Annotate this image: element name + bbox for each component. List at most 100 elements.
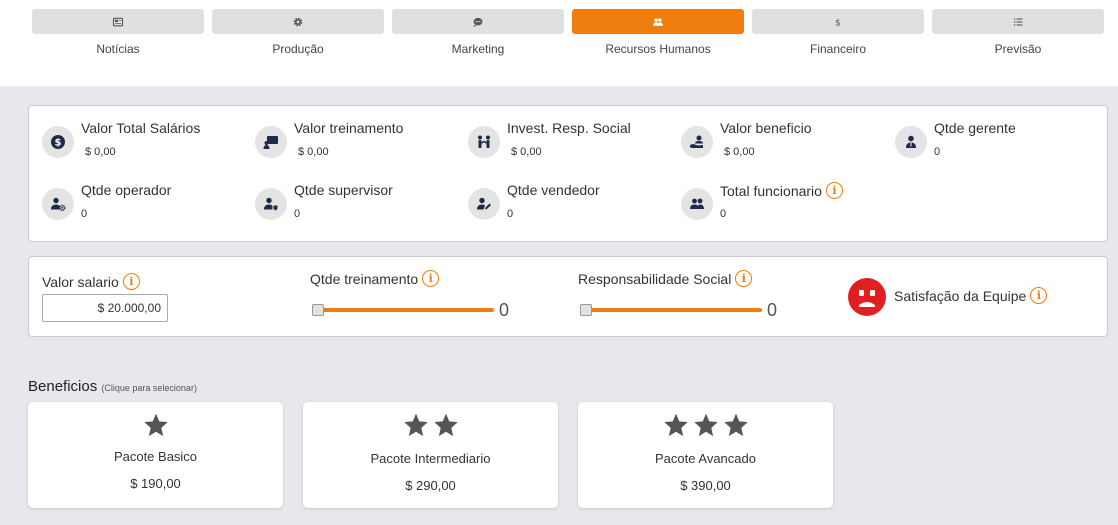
- kpi-qtde-supervisor: Qtde supervisor 0: [242, 168, 452, 220]
- training-label: Qtde treinamento i: [310, 270, 440, 287]
- gear-icon: [293, 17, 303, 26]
- kpi-value: $ 0,00: [298, 146, 329, 158]
- kpi-icon-wrap: [681, 126, 713, 158]
- list-icon: [1013, 17, 1023, 26]
- users-icon: [690, 198, 704, 209]
- package-avancado[interactable]: Pacote Avancado $ 390,00: [578, 402, 833, 508]
- training-slider[interactable]: [312, 304, 494, 316]
- chat-icon: [473, 17, 483, 27]
- star-icon: [693, 413, 718, 437]
- tab-label: Notícias: [96, 42, 140, 56]
- hand-user-icon: [690, 135, 703, 148]
- kpi-title: Valor beneficio: [720, 120, 812, 136]
- tab-pill: [32, 9, 204, 34]
- kpi-qtde-operador: Qtde operador 0: [29, 168, 239, 220]
- kpi-title: Qtde supervisor: [294, 182, 393, 198]
- training-value: 0: [499, 300, 510, 320]
- kpi-icon-wrap: [255, 188, 287, 220]
- star-icon: [143, 413, 168, 437]
- kpi-title-text: Total funcionario: [720, 182, 822, 199]
- newspaper-icon: [112, 17, 124, 26]
- tab-recursos-humanos[interactable]: Recursos Humanos: [572, 9, 744, 56]
- package-intermediario[interactable]: Pacote Intermediario $ 290,00: [303, 402, 558, 508]
- user-gear-icon: [51, 197, 66, 211]
- tab-pill: [572, 9, 744, 34]
- salary-input[interactable]: [42, 294, 168, 322]
- kpi-valor-total-salarios: $ Valor Total Salários $ 0,00: [29, 106, 239, 158]
- kpi-value: $ 0,00: [85, 146, 116, 158]
- kpi-qtde-vendedor: Qtde vendedor 0: [455, 168, 665, 220]
- tab-label: Previsão: [994, 42, 1042, 56]
- kpi-panel: $ Valor Total Salários $ 0,00 Valor trei…: [28, 105, 1108, 242]
- package-price: $ 190,00: [130, 476, 181, 491]
- dollar-icon: $: [835, 18, 841, 28]
- benefits-hint: (Clique para selecionar): [101, 383, 197, 393]
- kpi-value: 0: [81, 208, 88, 220]
- tab-pill: $: [752, 9, 924, 34]
- top-navigation: Notícias Produção Marketing Recursos Hum…: [0, 0, 1118, 86]
- tab-previsao[interactable]: Previsão: [932, 9, 1104, 56]
- star-rating: [28, 412, 283, 438]
- info-icon[interactable]: i: [422, 270, 440, 287]
- tab-label: Marketing: [451, 42, 505, 56]
- benefits-title-text: Beneficios: [28, 378, 98, 395]
- kpi-icon-wrap: [468, 188, 500, 220]
- people-handshake-icon: [478, 135, 490, 148]
- svg-text:$: $: [55, 138, 62, 149]
- manager-icon: [906, 135, 916, 148]
- info-icon[interactable]: i: [122, 273, 140, 290]
- star-rating: [303, 412, 558, 438]
- training-label-text: Qtde treinamento: [310, 270, 419, 287]
- kpi-value: $ 0,00: [724, 146, 755, 158]
- slider-track: [316, 308, 494, 312]
- star-rating: [578, 412, 833, 438]
- info-icon[interactable]: i: [825, 182, 843, 199]
- kpi-icon-wrap: $: [42, 126, 74, 158]
- kpi-title: Valor treinamento: [294, 120, 404, 136]
- kpi-icon-wrap: [42, 188, 74, 220]
- kpi-valor-treinamento: Valor treinamento $ 0,00: [242, 106, 452, 158]
- user-shield-icon: [264, 197, 278, 211]
- kpi-title: Invest. Resp. Social: [507, 120, 631, 136]
- salary-label-text: Valor salario: [42, 273, 119, 290]
- kpi-title: Total funcionario i: [720, 182, 843, 199]
- slider-thumb[interactable]: [312, 304, 324, 316]
- kpi-title: Qtde vendedor: [507, 182, 600, 198]
- kpi-icon-wrap: [468, 126, 500, 158]
- tab-label: Produção: [272, 42, 324, 56]
- kpi-qtde-gerente: Qtde gerente 0: [882, 106, 1092, 158]
- tab-producao[interactable]: Produção: [212, 9, 384, 56]
- dollar-circle-icon: $: [51, 135, 65, 149]
- info-icon[interactable]: i: [735, 270, 753, 287]
- kpi-icon-wrap: [681, 188, 713, 220]
- controls-panel: Valor salarioi Qtde treinamentoi 0 Respo…: [28, 256, 1108, 337]
- kpi-value: 0: [720, 208, 727, 220]
- kpi-invest-resp-social: Invest. Resp. Social $ 0,00: [455, 106, 665, 158]
- satisfaction-label-text: Satisfação da Equipe: [894, 287, 1027, 304]
- package-price: $ 390,00: [680, 478, 731, 493]
- social-label: Responsabilidade Social i: [578, 270, 753, 287]
- sad-face-icon: [848, 278, 886, 316]
- chalkboard-icon: [263, 136, 278, 149]
- star-icon: [403, 413, 428, 437]
- tab-financeiro[interactable]: $ Financeiro: [752, 9, 924, 56]
- salary-label: Valor salario i: [42, 273, 140, 290]
- package-name: Pacote Avancado: [655, 451, 756, 466]
- kpi-title: Qtde operador: [81, 182, 172, 198]
- kpi-title: Qtde gerente: [934, 120, 1016, 136]
- tab-label: Recursos Humanos: [605, 42, 711, 56]
- tab-noticias[interactable]: Notícias: [32, 9, 204, 56]
- kpi-title: Valor Total Salários: [81, 120, 201, 136]
- slider-thumb[interactable]: [580, 304, 592, 316]
- kpi-value: 0: [294, 208, 301, 220]
- tab-marketing[interactable]: Marketing: [392, 9, 564, 56]
- social-slider[interactable]: [580, 304, 762, 316]
- package-name: Pacote Intermediario: [370, 451, 491, 466]
- kpi-value: $ 0,00: [511, 146, 542, 158]
- package-basico[interactable]: Pacote Basico $ 190,00: [28, 402, 283, 508]
- star-icon: [433, 413, 458, 437]
- tab-pill: [212, 9, 384, 34]
- kpi-icon-wrap: [255, 126, 287, 158]
- info-icon[interactable]: i: [1030, 287, 1048, 304]
- tab-label: Financeiro: [809, 42, 867, 56]
